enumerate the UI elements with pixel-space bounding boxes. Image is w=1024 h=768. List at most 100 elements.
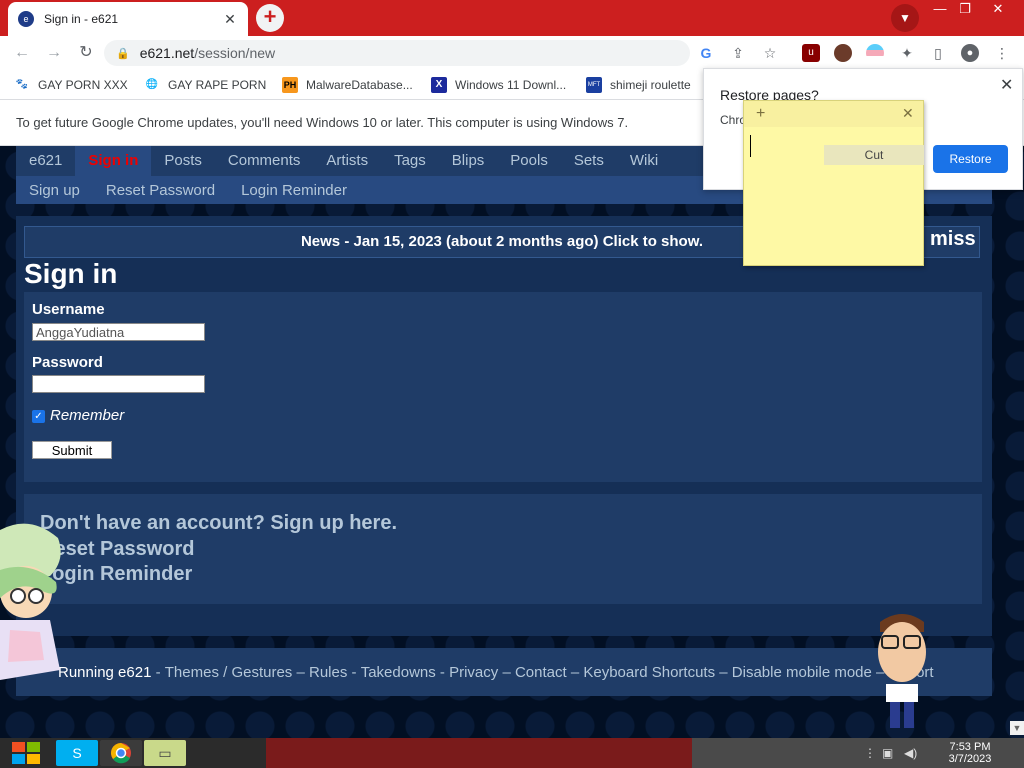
share-icon[interactable]: ⇪ <box>729 44 747 62</box>
reload-icon: ↻ <box>79 44 93 61</box>
bookmark-item[interactable]: MFT shimeji roulette <box>586 76 691 94</box>
sticky-notes-icon[interactable]: ▭ <box>144 740 186 766</box>
clock-time: 7:53 PM <box>949 741 991 753</box>
remember-checkbox[interactable]: ✓ <box>32 410 45 423</box>
profile-avatar-icon[interactable]: ● <box>961 44 979 62</box>
username-input[interactable] <box>32 323 205 341</box>
bookmark-label: GAY PORN XXX <box>38 78 128 92</box>
infobar-message: To get future Google Chrome updates, you… <box>16 115 629 130</box>
tray-menu-icon[interactable]: ⋮ <box>864 746 876 760</box>
restore-window-button[interactable]: ❐ <box>950 0 980 18</box>
footer-separator: - <box>347 663 361 681</box>
footer-link-rules[interactable]: Rules <box>309 664 347 681</box>
side-panel-icon[interactable]: ▯ <box>929 44 947 62</box>
bear-icon: 🐾 <box>15 79 29 90</box>
password-label: Password <box>32 354 103 371</box>
bookmark-item[interactable]: 🌐 GAY RAPE PORN <box>144 76 266 94</box>
sticky-close-button[interactable]: ✕ <box>902 105 914 122</box>
bookmark-label: shimeji roulette <box>610 78 691 92</box>
extensions-puzzle-icon[interactable]: ✦ <box>898 44 916 62</box>
nav-sign-in[interactable]: Sign in <box>75 146 152 176</box>
nav-posts[interactable]: Posts <box>151 146 215 176</box>
subnav-login-reminder[interactable]: Login Reminder <box>241 182 347 199</box>
close-window-button[interactable]: ✕ <box>983 0 1013 18</box>
text-caret <box>750 135 751 157</box>
tab-search-button[interactable]: ▼ <box>891 4 919 32</box>
restore-button[interactable]: Restore <box>933 145 1008 173</box>
footer-link-takedowns[interactable]: Takedowns <box>361 664 436 681</box>
footer-separator: – <box>292 663 309 681</box>
network-icon[interactable]: ▣ <box>882 746 893 760</box>
subnav-reset-password[interactable]: Reset Password <box>106 182 215 199</box>
windows-taskbar: S ▭ ⋮ ▣ ◀) 7:53 PM 3/7/2023 <box>0 738 1024 768</box>
password-input[interactable] <box>32 375 205 393</box>
mft-icon: MFT <box>586 77 602 93</box>
bookmark-item[interactable]: 🐾 GAY PORN XXX <box>14 76 128 94</box>
nav-blips[interactable]: Blips <box>439 146 498 176</box>
nav-comments[interactable]: Comments <box>215 146 314 176</box>
tab-close-icon[interactable]: ✕ <box>222 11 238 28</box>
footer-separator: - <box>435 663 450 681</box>
bookmark-star-icon[interactable]: ☆ <box>761 44 779 62</box>
checkmark-icon: ✓ <box>34 411 43 422</box>
footer-link-contact[interactable]: Contact <box>515 664 567 681</box>
scrollbar-down-arrow[interactable]: ▼ <box>1010 721 1024 735</box>
subnav-sign-up[interactable]: Sign up <box>29 182 80 199</box>
footer-link-keyboard-shortcuts[interactable]: Keyboard Shortcuts <box>583 664 715 681</box>
footer-link-privacy[interactable]: Privacy <box>449 664 498 681</box>
nav-artists[interactable]: Artists <box>313 146 381 176</box>
extension-flag-icon[interactable] <box>866 44 884 62</box>
tab-strip: e Sign in - e621 ✕ + ▼ — ❐ ✕ <box>0 0 1024 36</box>
nav-tags[interactable]: Tags <box>381 146 439 176</box>
tab-active[interactable]: e Sign in - e621 ✕ <box>8 2 248 36</box>
reload-button[interactable]: ↻ <box>76 43 96 63</box>
url-host: e621.net <box>139 45 195 61</box>
chrome-logo <box>111 743 131 764</box>
footer-separator: – <box>498 663 515 681</box>
bookmark-label: MalwareDatabase... <box>306 78 413 92</box>
close-icon[interactable]: ✕ <box>1000 75 1013 95</box>
globe-icon: 🌐 <box>145 79 159 90</box>
taskbar-window-area <box>266 738 692 768</box>
address-bar[interactable]: 🔒 e621.net/session/new <box>104 40 690 66</box>
kebab-menu-icon[interactable]: ⋮ <box>993 44 1011 62</box>
remember-label: Remember <box>50 407 125 424</box>
bookmark-item[interactable]: PH MalwareDatabase... <box>282 76 413 94</box>
submit-button[interactable]: Submit <box>32 441 112 459</box>
sticky-note-window: + ✕ Cut <box>743 100 924 266</box>
bookmark-label: GAY RAPE PORN <box>168 78 267 92</box>
sticky-note-header <box>744 101 923 127</box>
bookmark-item[interactable]: X Windows 11 Downl... <box>431 76 566 94</box>
footer-link-disable-mobile[interactable]: Disable mobile mode <box>732 664 872 681</box>
ublock-origin-icon[interactable]: u <box>802 44 820 62</box>
system-clock[interactable]: 7:53 PM 3/7/2023 <box>940 741 1000 765</box>
volume-icon[interactable]: ◀) <box>904 746 917 760</box>
ph-icon: PH <box>282 77 298 93</box>
footer-running: Running e621 <box>58 663 152 681</box>
back-button[interactable]: ← <box>12 43 32 63</box>
browser-toolbar: ← → ↻ 🔒 e621.net/session/new G ⇪ ☆ u ✦ ▯… <box>0 36 1024 70</box>
shimeji-mascot-right[interactable] <box>872 608 932 736</box>
chrome-icon[interactable] <box>100 740 142 766</box>
skype-icon[interactable]: S <box>56 740 98 766</box>
context-menu-cut[interactable]: Cut <box>824 145 924 165</box>
footer-separator: – <box>715 663 732 681</box>
news-dismiss-link[interactable]: miss <box>930 228 976 251</box>
new-tab-button[interactable]: + <box>256 4 284 32</box>
sticky-add-button[interactable]: + <box>756 105 765 123</box>
footer-link-themes[interactable]: Themes / Gestures <box>165 664 293 681</box>
forward-button[interactable]: → <box>44 43 64 63</box>
url-path: /session/new <box>194 45 276 61</box>
windows-start-icon[interactable] <box>6 739 46 767</box>
nav-e621[interactable]: e621 <box>16 146 75 176</box>
nav-sets[interactable]: Sets <box>561 146 617 176</box>
nav-wiki[interactable]: Wiki <box>617 146 671 176</box>
extension-avatar-icon[interactable] <box>834 44 852 62</box>
arrow-left-icon: ← <box>14 44 30 61</box>
username-label: Username <box>32 301 105 318</box>
nav-pools[interactable]: Pools <box>497 146 561 176</box>
shimeji-mascot-left[interactable] <box>0 520 70 680</box>
google-lens-icon[interactable]: G <box>697 44 715 62</box>
chevron-down-icon: ▼ <box>899 11 911 25</box>
sign-up-link[interactable]: Don't have an account? Sign up here. <box>40 512 397 535</box>
